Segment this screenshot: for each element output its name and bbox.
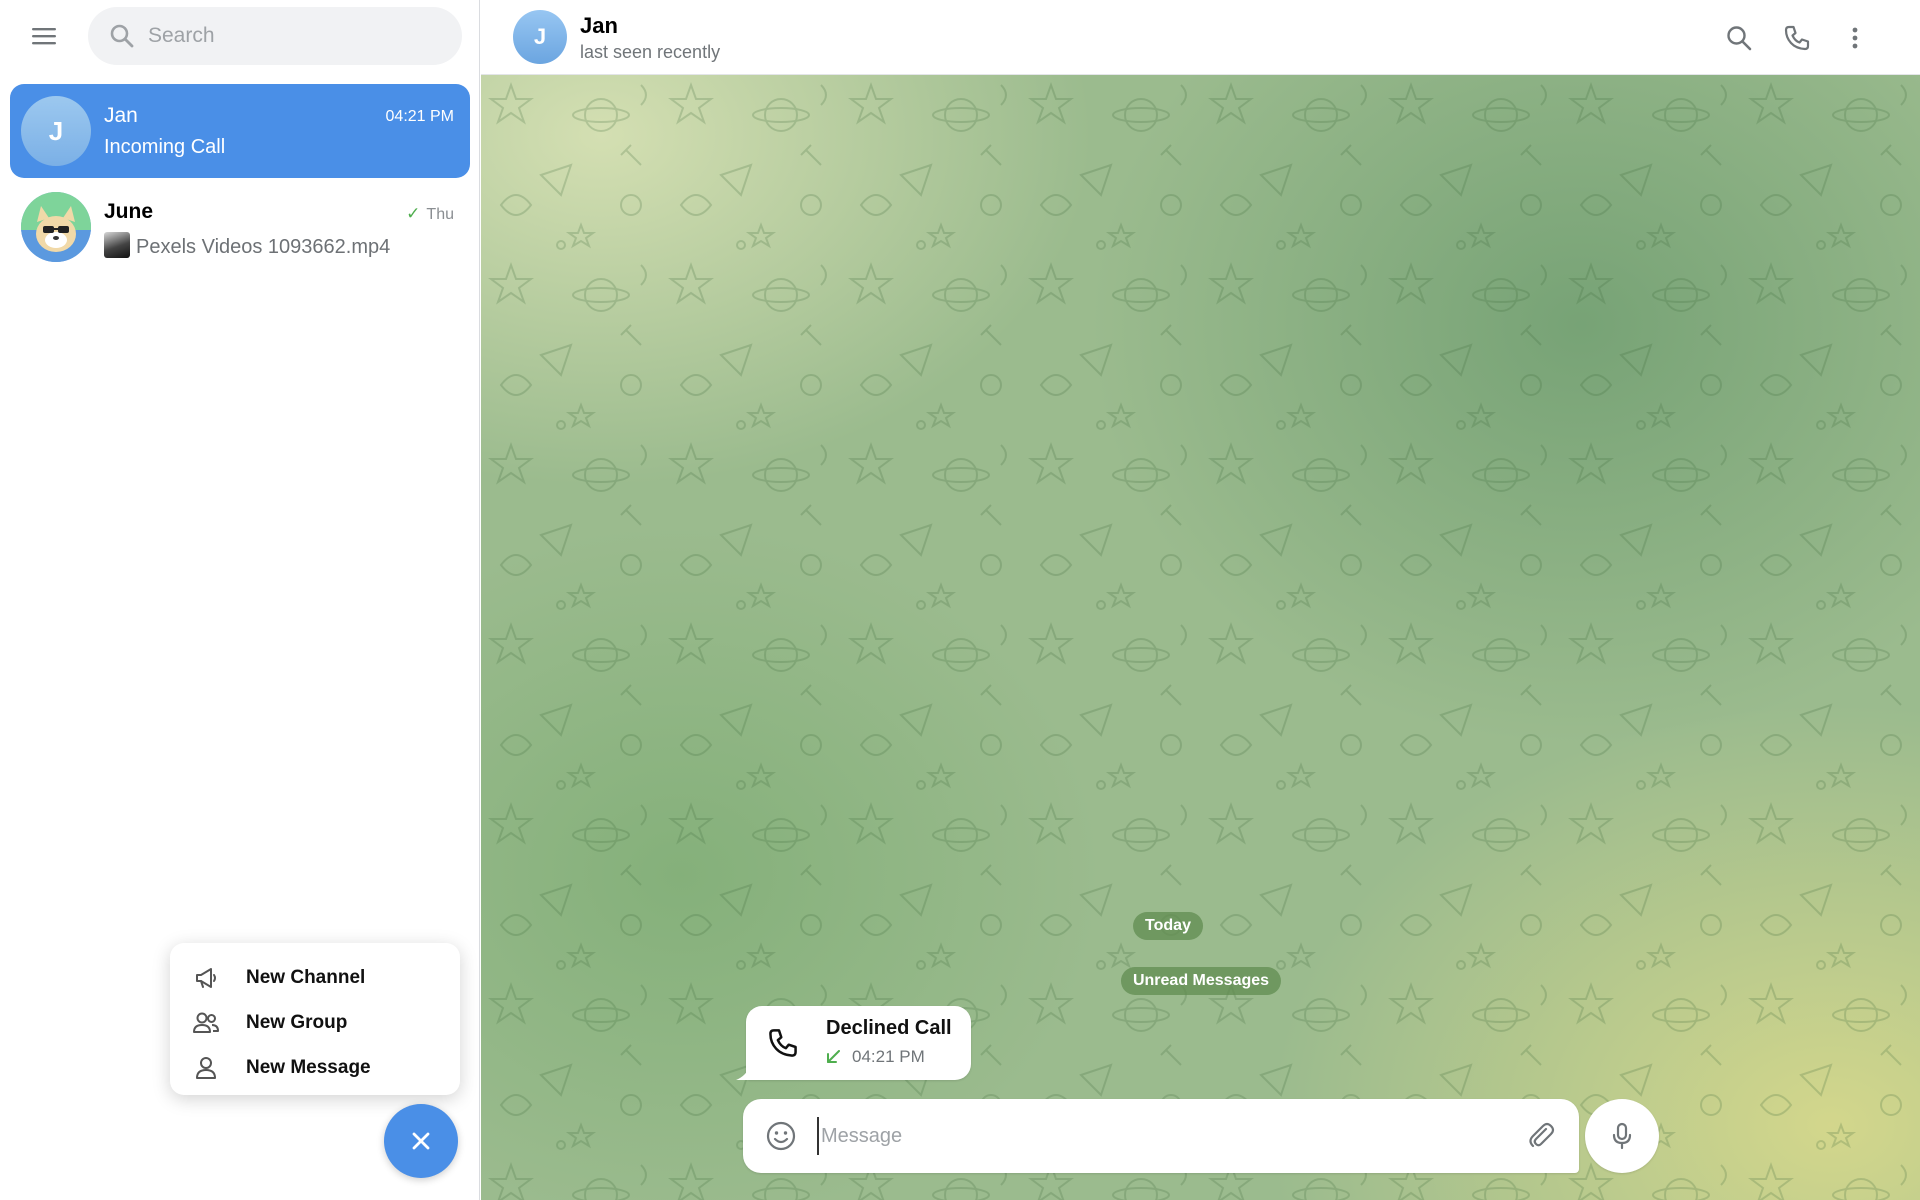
- search-icon: [1727, 26, 1752, 51]
- chat-preview: Pexels Videos 1093662.mp4: [104, 232, 390, 259]
- unread-separator: Unread Messages: [1120, 967, 1282, 995]
- search-icon: [108, 22, 136, 50]
- video-thumbnail: [104, 232, 130, 258]
- dog-sticker-avatar: [21, 192, 91, 262]
- search-button[interactable]: [1717, 16, 1761, 60]
- chat-time: 04:21 PM: [385, 108, 454, 125]
- call-meta: 04:21 PM: [826, 1047, 925, 1067]
- person-icon: [192, 1054, 220, 1082]
- group-icon: [192, 1009, 220, 1037]
- chat-item-june[interactable]: June ✓ Thu Pexels Videos 1093662.mp4: [10, 180, 470, 274]
- emoji-button[interactable]: [763, 1118, 799, 1154]
- phone-icon: [766, 1026, 800, 1060]
- chat-preview: Incoming Call: [104, 136, 226, 158]
- avatar[interactable]: J: [513, 10, 567, 64]
- bubble-tail: [736, 1066, 750, 1080]
- chat-name: Jan: [104, 104, 138, 127]
- call-title: Declined Call: [826, 1017, 952, 1039]
- paperclip-icon: [1529, 1122, 1555, 1148]
- close-icon: [412, 1132, 430, 1150]
- more-vertical-icon: [1852, 27, 1858, 49]
- chat-item-jan[interactable]: J Jan 04:21 PM Incoming Call: [10, 84, 470, 178]
- search-box[interactable]: [88, 7, 462, 65]
- main-menu-button[interactable]: [20, 14, 68, 58]
- sidebar-header: [0, 0, 480, 72]
- sidebar: J Jan 04:21 PM Incoming Call: [0, 0, 480, 1200]
- incoming-arrow-icon: [826, 1049, 842, 1065]
- menu-item-label: New Channel: [246, 966, 366, 988]
- smile-icon: [766, 1121, 796, 1151]
- hamburger-menu-icon: [32, 28, 56, 45]
- menu-item-label: New Group: [246, 1011, 348, 1033]
- call-button[interactable]: [1775, 16, 1819, 60]
- avatar: J: [21, 96, 91, 166]
- search-input[interactable]: [148, 24, 438, 48]
- chat-title[interactable]: Jan: [580, 13, 618, 39]
- voice-message-button[interactable]: [1585, 1099, 1659, 1173]
- chat-area: J Jan last seen recently Today Unread Me…: [481, 0, 1920, 1200]
- chat-list: J Jan 04:21 PM Incoming Call June ✓ Thu …: [0, 84, 480, 276]
- menu-item-label: New Message: [246, 1056, 371, 1078]
- menu-item-new-channel[interactable]: New Channel: [170, 955, 460, 1000]
- menu-item-new-group[interactable]: New Group: [170, 1000, 460, 1045]
- call-message[interactable]: Declined Call 04:21 PM: [736, 1006, 971, 1080]
- phone-icon: [1784, 25, 1810, 51]
- more-options-button[interactable]: [1833, 16, 1877, 60]
- date-separator: Today: [1133, 912, 1203, 940]
- new-chat-menu: New Channel New Group New Message: [170, 943, 460, 1095]
- microphone-icon: [1612, 1122, 1632, 1150]
- call-time: 04:21 PM: [852, 1047, 925, 1066]
- chat-header[interactable]: J Jan last seen recently: [481, 0, 1920, 75]
- chat-preview-text: Pexels Videos 1093662.mp4: [136, 236, 391, 258]
- doodle-pattern: [481, 75, 1920, 1200]
- chat-background: Today Unread Messages Declined Call 04:2…: [481, 75, 1920, 1200]
- attach-button[interactable]: [1523, 1118, 1559, 1154]
- new-chat-fab-button[interactable]: [384, 1104, 458, 1178]
- chat-status: last seen recently: [580, 42, 721, 62]
- chat-time-label: Thu: [426, 206, 454, 223]
- message-composer: [743, 1099, 1579, 1173]
- megaphone-icon: [192, 964, 220, 992]
- read-check-icon: ✓: [406, 204, 421, 223]
- chat-name: June: [104, 200, 154, 223]
- chat-time: ✓ Thu: [406, 204, 454, 224]
- menu-item-new-message[interactable]: New Message: [170, 1045, 460, 1090]
- message-input[interactable]: [817, 1117, 1497, 1155]
